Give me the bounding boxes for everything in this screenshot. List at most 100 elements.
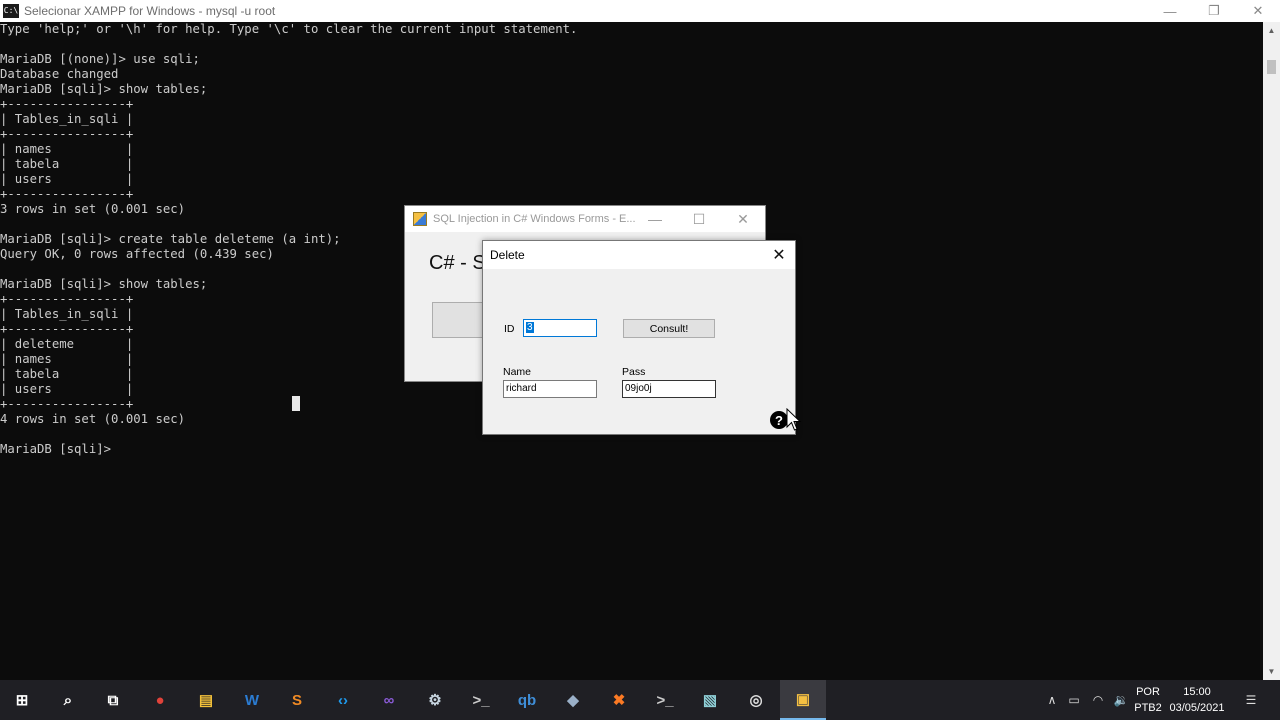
form-window-controls: — ☐ ✕ (633, 206, 765, 232)
restore-button[interactable]: ❐ (1192, 0, 1236, 22)
id-label: ID (504, 323, 515, 335)
sublime-text-icon: S (291, 691, 302, 709)
notepad-icon: ▧ (702, 692, 718, 709)
taskbar-app-button[interactable]: ◆ (550, 680, 596, 720)
taskbar-obs-button[interactable]: ◎ (733, 680, 779, 720)
console-line: Type 'help;' or '\h' for help. Type '\c'… (0, 22, 578, 36)
console-line: MariaDB [sqli]> show tables; (0, 82, 208, 96)
console-line: +----------------+ (0, 322, 134, 336)
form-maximize-button[interactable]: ☐ (677, 206, 721, 232)
console-line: +----------------+ (0, 397, 134, 411)
console-line: | names | (0, 142, 134, 156)
delete-dialog: Delete ✕ ID 3 Consult! Name richard Pass… (482, 240, 796, 435)
taskbar-visual-studio-button[interactable]: ∞ (366, 680, 412, 720)
console-titlebar[interactable]: C:\ Selecionar XAMPP for Windows - mysql… (0, 0, 1280, 22)
taskbar: ∧ ▭ ◠ 🔉 POR PTB2 15:00 03/05/2021 ☰ ⊞ ⌕ ⧉ ●… (0, 680, 1280, 720)
form-titlebar[interactable]: SQL Injection in C# Windows Forms - E...… (405, 206, 765, 232)
mouse-pointer-icon (786, 408, 802, 431)
xampp-icon: ✖ (612, 692, 626, 709)
console-line: MariaDB [(none)]> use sqli; (0, 52, 200, 66)
taskbar-sublime-text-button[interactable]: S (274, 680, 320, 720)
obs-icon: ◎ (749, 692, 763, 709)
taskbar-search-button[interactable]: ⌕ (45, 680, 91, 720)
taskbar-start-windows-button[interactable]: ⊞ (0, 680, 45, 720)
console-line: Query OK, 0 rows affected (0.439 sec) (0, 247, 274, 261)
taskbar-terminal-button[interactable]: >_ (458, 680, 504, 720)
dialog-titlebar[interactable]: Delete ✕ (483, 241, 795, 269)
winforms-app-icon: ▣ (795, 691, 811, 708)
console-line: MariaDB [sqli]> create table deleteme (a… (0, 232, 341, 246)
console-icon: >_ (656, 691, 674, 709)
close-button[interactable]: ✕ (1236, 0, 1280, 22)
form-heading: C# - S (429, 252, 486, 274)
input-language[interactable]: POR PTB2 (1134, 684, 1162, 716)
console-line: | users | (0, 382, 134, 396)
taskbar-vscode-button[interactable]: ‹› (320, 680, 366, 720)
file-explorer-icon: ▤ (198, 692, 214, 709)
taskbar-qbittorrent-button[interactable]: qb (504, 680, 550, 720)
taskbar-xampp-button[interactable]: ✖ (596, 680, 642, 720)
console-line: | deleteme | (0, 337, 134, 351)
taskbar-chrome-button[interactable]: ● (137, 680, 183, 720)
console-line: | tabela | (0, 367, 134, 381)
taskbar-word-button[interactable]: W (229, 680, 275, 720)
wifi-icon[interactable]: ◠ (1086, 693, 1110, 707)
text-cursor (292, 396, 300, 411)
chrome-icon: ● (155, 691, 165, 709)
form-minimize-button[interactable]: — (633, 206, 677, 232)
console-line: 4 rows in set (0.001 sec) (0, 412, 186, 426)
clock[interactable]: 15:00 03/05/2021 (1168, 684, 1226, 716)
id-input[interactable]: 3 (523, 319, 597, 337)
form-title: SQL Injection in C# Windows Forms - E... (433, 213, 636, 225)
scroll-up-arrow-icon[interactable]: ▲ (1263, 22, 1280, 39)
app-icon: ◆ (567, 692, 579, 709)
taskbar-notepad-button[interactable]: ▧ (687, 680, 733, 720)
search-icon: ⌕ (63, 691, 73, 709)
battery-icon[interactable]: ▭ (1062, 693, 1086, 707)
console-scrollbar[interactable]: ▲ ▼ (1263, 22, 1280, 680)
console-line: MariaDB [sqli]> show tables; (0, 277, 208, 291)
console-line: +----------------+ (0, 187, 134, 201)
taskbar-steam-button[interactable]: ⚙ (412, 680, 458, 720)
console-line: Database changed (0, 67, 119, 81)
name-input[interactable]: richard (503, 380, 597, 398)
task-view-icon: ⧉ (107, 691, 119, 709)
console-line: 3 rows in set (0.001 sec) (0, 202, 186, 216)
minimize-button[interactable]: — (1148, 0, 1192, 22)
taskbar-winforms-app-button[interactable]: ▣ (780, 680, 826, 720)
console-line: MariaDB [sqli]> (0, 442, 112, 456)
notification-icon[interactable]: ☰ (1236, 680, 1266, 720)
volume-icon[interactable]: 🔉 (1110, 693, 1132, 707)
form-app-icon (413, 212, 427, 226)
dialog-close-button[interactable]: ✕ (765, 241, 793, 269)
taskbar-task-view-button[interactable]: ⧉ (90, 680, 136, 720)
console-app-icon: C:\ (3, 4, 19, 18)
id-input-value: 3 (526, 322, 534, 333)
scroll-down-arrow-icon[interactable]: ▼ (1263, 663, 1280, 680)
visual-studio-icon: ∞ (383, 691, 395, 709)
terminal-icon: >_ (472, 691, 490, 709)
form-close-button[interactable]: ✕ (721, 206, 765, 232)
system-tray: ∧ ▭ ◠ 🔉 (1042, 680, 1132, 720)
word-icon: W (244, 691, 260, 709)
console-line: +----------------+ (0, 127, 134, 141)
qbittorrent-icon: qb (517, 691, 537, 709)
console-line: +----------------+ (0, 292, 134, 306)
console-window-controls: — ❐ ✕ (1148, 0, 1280, 22)
keyboard-layout: PTB2 (1134, 702, 1162, 714)
console-line: | Tables_in_sqli | (0, 307, 134, 321)
dialog-title: Delete (490, 248, 525, 262)
console-title: Selecionar XAMPP for Windows - mysql -u … (24, 4, 276, 18)
consult-button[interactable]: Consult! (623, 319, 715, 338)
clock-date: 03/05/2021 (1169, 702, 1225, 714)
taskbar-file-explorer-button[interactable]: ▤ (183, 680, 229, 720)
console-line: +----------------+ (0, 97, 134, 111)
chevron-up-icon[interactable]: ∧ (1042, 693, 1062, 707)
taskbar-console-button[interactable]: >_ (642, 680, 688, 720)
pass-label: Pass (622, 366, 646, 378)
pass-input[interactable]: 09jo0j (622, 380, 716, 398)
console-line: | names | (0, 352, 134, 366)
clock-time: 15:00 (1183, 686, 1211, 698)
vscode-icon: ‹› (338, 691, 348, 709)
scroll-thumb[interactable] (1267, 60, 1276, 74)
